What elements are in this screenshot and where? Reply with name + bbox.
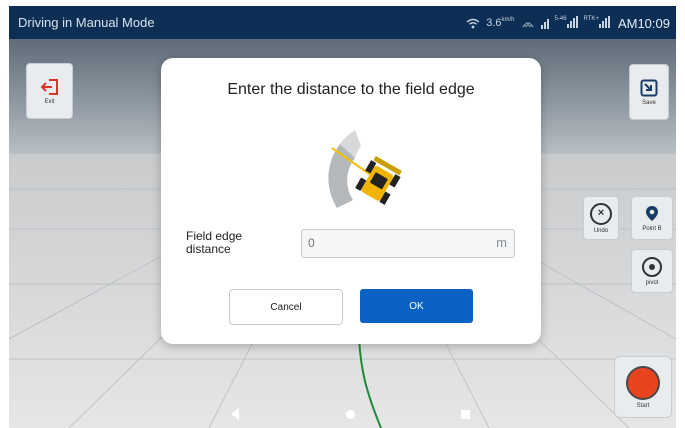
satellite-icon	[521, 21, 534, 27]
back-icon[interactable]	[231, 408, 239, 420]
cancel-button[interactable]: Cancel	[229, 289, 343, 325]
ok-button[interactable]: OK	[360, 289, 473, 323]
location-pin-icon	[646, 205, 658, 221]
recent-apps-icon[interactable]	[461, 410, 470, 419]
dialog-title: Enter the distance to the field edge	[227, 81, 475, 98]
signal-group-1: 5-46	[555, 15, 578, 31]
save-label: Save	[642, 99, 656, 106]
field-edge-input-box[interactable]: m	[301, 229, 515, 258]
exit-icon	[40, 78, 58, 95]
exit-label: Exit	[44, 98, 55, 105]
clock: AM10:09	[617, 15, 670, 31]
undo-icon: ×	[590, 202, 612, 225]
save-button[interactable]: Save	[629, 64, 669, 120]
rtk-signal: RTK+	[584, 15, 610, 31]
undo-button[interactable]: × Undo	[583, 196, 619, 240]
undo-label: Undo	[593, 227, 609, 234]
unit-label: m	[496, 235, 507, 250]
point-b-label: Point B	[642, 225, 662, 232]
signal-icon	[598, 15, 610, 28]
field-edge-dialog: Enter the distance to the field edge Fie…	[161, 58, 541, 344]
start-label: Start	[636, 402, 650, 409]
speed-value: 3.6km/h	[486, 17, 515, 29]
signal-icon	[566, 15, 578, 28]
start-button[interactable]: Start	[614, 356, 672, 418]
signal-icon	[540, 17, 549, 29]
point-b-button[interactable]: Point B	[631, 196, 673, 240]
field-edge-input[interactable]	[308, 235, 478, 251]
status-indicators: 3.6km/h 5-46 RTK+ AM10:09	[466, 12, 670, 34]
status-bar: Driving in Manual Mode 3.6km/h 5-46 RTK+…	[9, 6, 676, 39]
wifi-icon	[466, 18, 480, 28]
exit-button[interactable]: Exit	[26, 63, 73, 119]
save-icon	[640, 79, 658, 96]
target-icon	[642, 256, 662, 277]
pivot-button[interactable]: pivot	[631, 249, 673, 293]
home-icon[interactable]	[346, 410, 355, 419]
field-edge-label: Field edge distance	[186, 229, 243, 256]
pivot-label: pivot	[645, 279, 659, 286]
tractor-illustration-icon	[328, 130, 402, 208]
status-title: Driving in Manual Mode	[18, 15, 155, 30]
record-icon	[626, 365, 660, 400]
